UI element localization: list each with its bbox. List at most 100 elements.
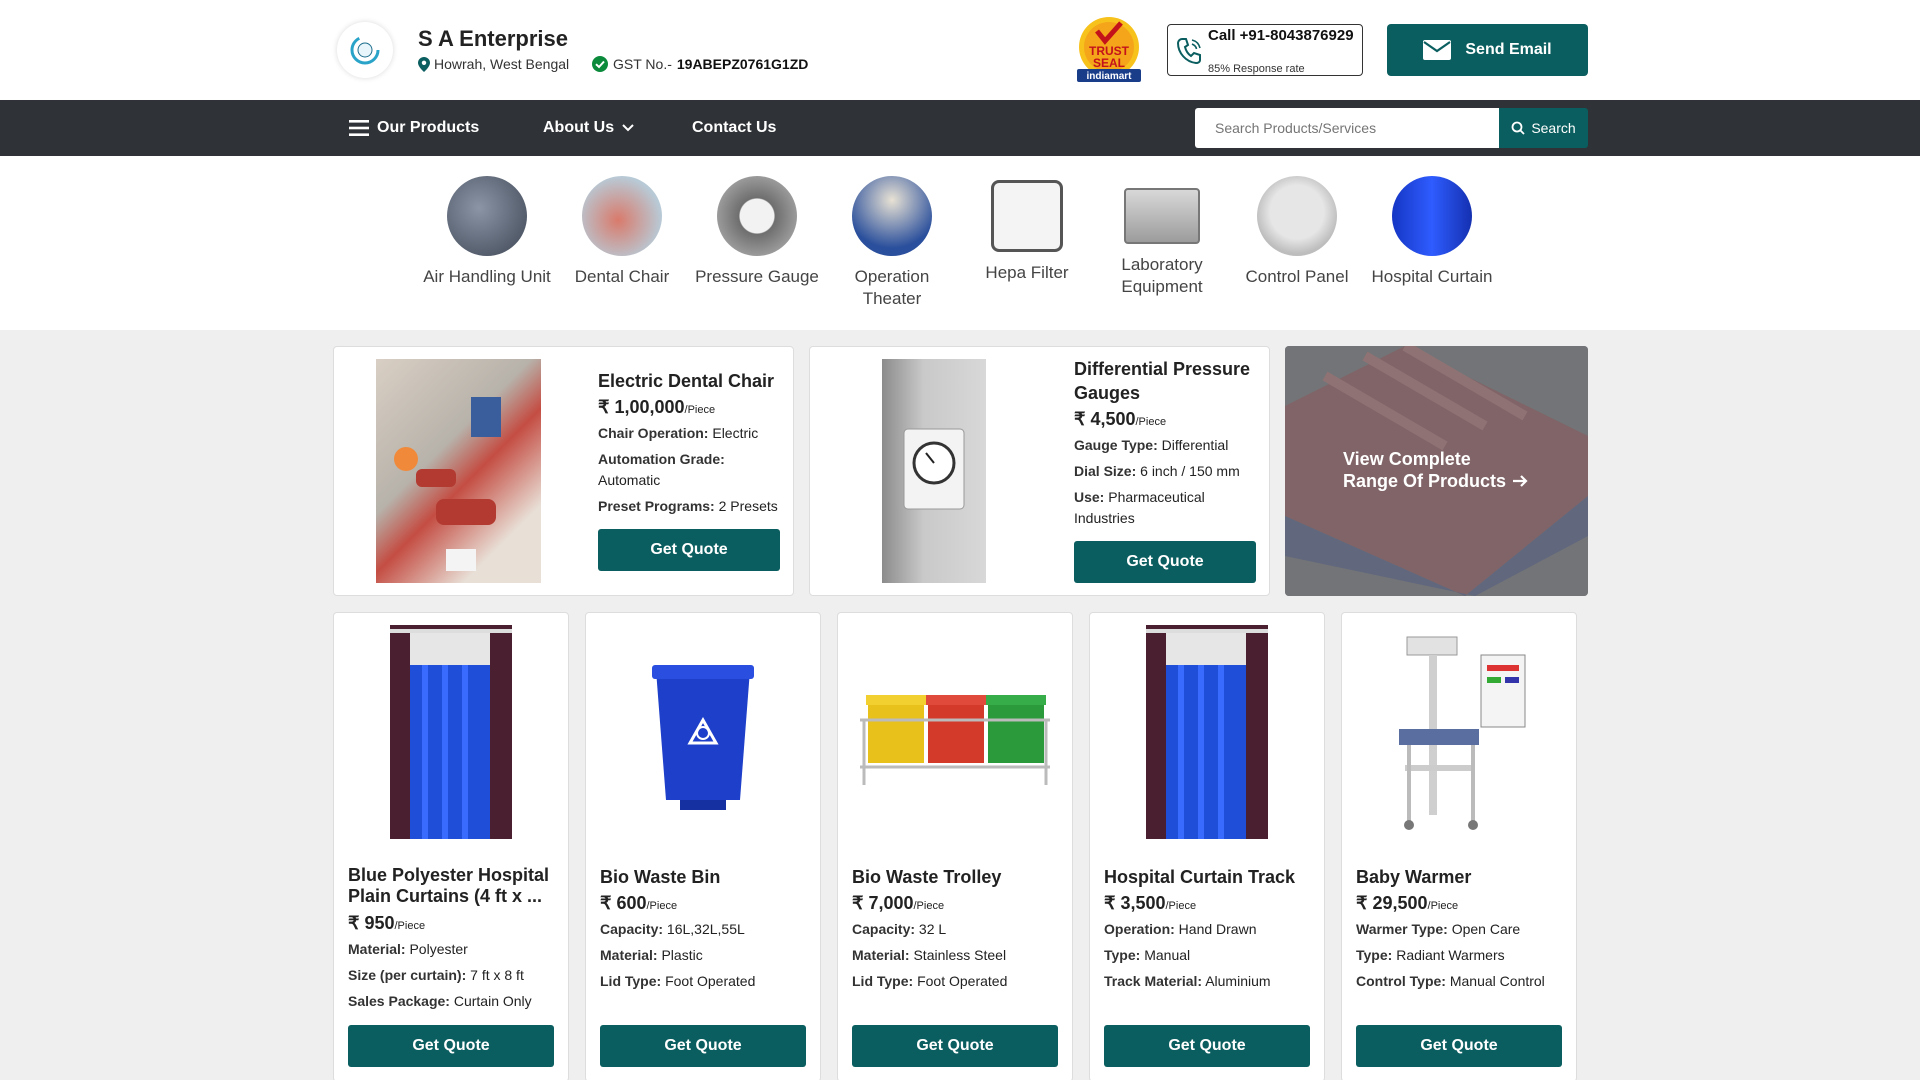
view-all-text: View Complete Range Of Products xyxy=(1343,448,1528,492)
product-attribute: Capacity: 16L,32L,55L xyxy=(600,919,810,940)
product-card: Bio Waste Trolley ₹ 7,000/Piece Capacity… xyxy=(837,612,1073,1080)
attr-value: Open Care xyxy=(1451,921,1521,937)
product-image[interactable] xyxy=(1102,625,1312,839)
attr-value: Polyester xyxy=(409,941,468,957)
attr-key: Control Type: xyxy=(1356,973,1446,989)
price-value: ₹ 29,500 xyxy=(1356,893,1428,913)
category-image xyxy=(991,180,1063,252)
category-label: Control Panel xyxy=(1245,267,1349,286)
trust-seal-badge[interactable]: TRUST SEAL indiamart xyxy=(1075,17,1143,83)
attr-key: Use: xyxy=(1074,489,1105,505)
product-attribute: Material: Stainless Steel xyxy=(852,945,1062,966)
product-attribute: Type: Radiant Warmers xyxy=(1356,945,1566,966)
trust-seal-brand: indiamart xyxy=(1086,71,1132,82)
company-name[interactable]: S A Enterprise xyxy=(418,26,568,52)
attr-key: Size (per curtain): xyxy=(348,967,467,983)
product-title[interactable]: Hospital Curtain Track xyxy=(1104,865,1314,889)
category-pressure-gauge[interactable]: Pressure Gauge xyxy=(692,176,822,288)
location-pin-icon xyxy=(418,56,430,72)
price-unit: /Piece xyxy=(1165,900,1197,912)
call-number: Call +91-8043876929 xyxy=(1208,27,1354,44)
attr-value: 6 inch / 150 mm xyxy=(1140,463,1240,479)
attr-value: Electric xyxy=(712,425,759,441)
featured-product-card: Differential Pressure Gauges ₹ 4,500/Pie… xyxy=(809,346,1270,596)
phone-icon xyxy=(1176,38,1201,65)
product-price: ₹ 950/Piece xyxy=(348,913,558,934)
product-attribute: Size (per curtain): 7 ft x 8 ft xyxy=(348,965,558,986)
get-quote-button[interactable]: Get Quote xyxy=(348,1025,554,1067)
response-rate: 85% Response rate xyxy=(1208,63,1305,75)
attr-key: Material: xyxy=(348,941,406,957)
category-control-panel[interactable]: Control Panel xyxy=(1232,176,1362,288)
nav-about-us[interactable]: About Us xyxy=(543,100,634,156)
attr-value: Foot Operated xyxy=(665,973,756,989)
get-quote-button[interactable]: Get Quote xyxy=(598,529,780,571)
gst-info: GST No.- 19ABEPZ0761G1ZD xyxy=(592,56,808,72)
price-value: ₹ 4,500 xyxy=(1074,409,1136,429)
product-title[interactable]: Baby Warmer xyxy=(1356,865,1566,889)
category-hospital-curtain[interactable]: Hospital Curtain xyxy=(1367,176,1497,288)
category-air-handling-unit[interactable]: Air Handling Unit xyxy=(422,176,552,288)
curtain-track-illustration xyxy=(1146,625,1268,839)
product-attribute: Gauge Type: Differential xyxy=(1074,435,1259,456)
attr-value: Plastic xyxy=(661,947,703,963)
call-button[interactable]: Call +91-8043876929 85% Response rate xyxy=(1167,24,1363,76)
get-quote-button[interactable]: Get Quote xyxy=(852,1025,1058,1067)
product-image[interactable] xyxy=(598,625,808,839)
attr-key: Material: xyxy=(852,947,910,963)
get-quote-button[interactable]: Get Quote xyxy=(1356,1025,1562,1067)
get-quote-button[interactable]: Get Quote xyxy=(600,1025,806,1067)
product-title[interactable]: Differential Pressure Gauges xyxy=(1074,357,1259,405)
product-price: ₹ 29,500/Piece xyxy=(1356,893,1566,914)
attr-key: Lid Type: xyxy=(600,973,662,989)
product-image[interactable] xyxy=(346,625,556,839)
product-attribute: Capacity: 32 L xyxy=(852,919,1062,940)
product-attribute: Dial Size: 6 inch / 150 mm xyxy=(1074,461,1259,482)
search-button[interactable]: Search xyxy=(1499,108,1588,148)
product-attribute: Lid Type: Foot Operated xyxy=(600,971,810,992)
send-email-button[interactable]: Send Email xyxy=(1387,24,1588,76)
product-attribute: Sales Package: Curtain Only xyxy=(348,991,558,1012)
nav-about-us-label: About Us xyxy=(543,119,615,136)
product-image[interactable] xyxy=(882,359,986,583)
product-image[interactable] xyxy=(376,359,541,583)
attr-key: Material: xyxy=(600,947,658,963)
product-attribute: Preset Programs: 2 Presets xyxy=(598,496,783,517)
attr-value: Radiant Warmers xyxy=(1396,947,1505,963)
product-info: Hospital Curtain Track ₹ 3,500/Piece Ope… xyxy=(1104,865,1314,992)
attr-key: Capacity: xyxy=(852,921,916,937)
company-logo[interactable] xyxy=(337,22,393,78)
category-dental-chair[interactable]: Dental Chair xyxy=(557,176,687,288)
category-label: Hepa Filter xyxy=(985,263,1069,282)
search-input[interactable] xyxy=(1195,108,1500,148)
attr-value: Stainless Steel xyxy=(913,947,1007,963)
attr-key: Preset Programs: xyxy=(598,498,715,514)
product-attribute: Use: Pharmaceutical Industries xyxy=(1074,487,1259,529)
attr-value: Automatic xyxy=(598,472,661,488)
product-title[interactable]: Blue Polyester Hospital Plain Curtains (… xyxy=(348,865,558,907)
category-strip: Air Handling Unit Dental Chair Pressure … xyxy=(0,156,1920,330)
view-all-products-banner[interactable]: View Complete Range Of Products xyxy=(1285,346,1588,596)
category-operation-theater[interactable]: Operation Theater xyxy=(827,176,957,310)
get-quote-button[interactable]: Get Quote xyxy=(1074,541,1256,583)
product-title[interactable]: Bio Waste Trolley xyxy=(852,865,1062,889)
product-image[interactable] xyxy=(850,625,1060,839)
attr-value: Manual xyxy=(1144,947,1191,963)
attr-value: Foot Operated xyxy=(917,973,1008,989)
nav-our-products[interactable]: Our Products xyxy=(349,100,479,156)
attr-key: Automation Grade: xyxy=(598,451,725,467)
price-unit: /Piece xyxy=(1427,900,1459,912)
product-info: Blue Polyester Hospital Plain Curtains (… xyxy=(348,865,558,1012)
trust-seal-icon: TRUST SEAL indiamart xyxy=(1077,17,1141,82)
gst-number: 19ABEPZ0761G1ZD xyxy=(676,56,809,72)
price-unit: /Piece xyxy=(684,404,716,416)
product-title[interactable]: Bio Waste Bin xyxy=(600,865,810,889)
category-hepa-filter[interactable]: Hepa Filter xyxy=(962,176,1092,284)
product-title[interactable]: Electric Dental Chair xyxy=(598,369,783,393)
product-card: Bio Waste Bin ₹ 600/Piece Capacity: 16L,… xyxy=(585,612,821,1080)
nav-contact-us[interactable]: Contact Us xyxy=(692,100,776,156)
category-laboratory-equipment[interactable]: Laboratory Equipment xyxy=(1097,176,1227,298)
product-image[interactable] xyxy=(1354,625,1564,839)
attr-key: Warmer Type: xyxy=(1356,921,1448,937)
get-quote-button[interactable]: Get Quote xyxy=(1104,1025,1310,1067)
